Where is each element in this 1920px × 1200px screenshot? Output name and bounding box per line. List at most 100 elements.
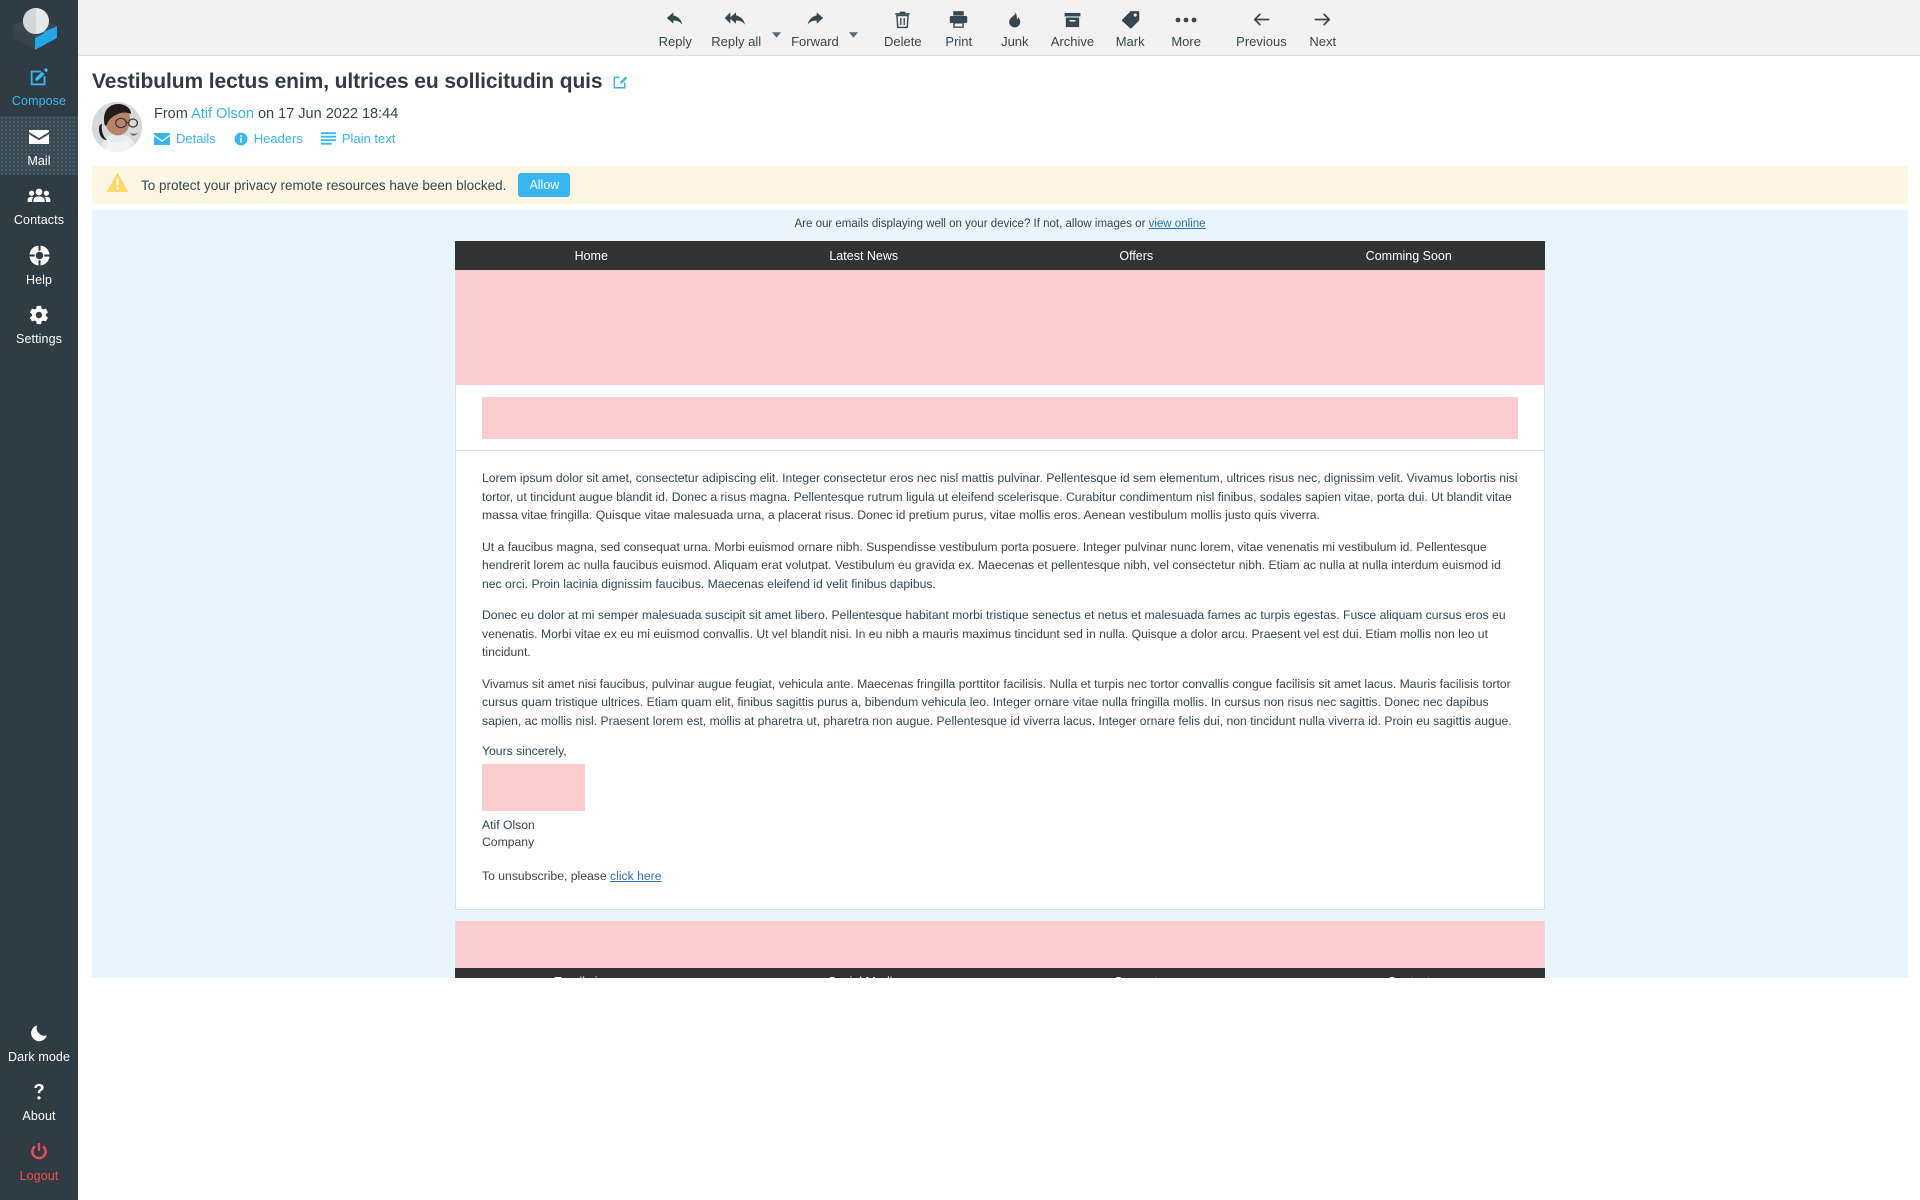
envelope-icon bbox=[154, 132, 170, 145]
more-button[interactable]: More bbox=[1158, 4, 1214, 52]
details-label: Details bbox=[176, 131, 216, 146]
sender-row: From Atif Olson on 17 Jun 2022 18:44 Det… bbox=[78, 96, 1920, 162]
from-line: From Atif Olson on 17 Jun 2022 18:44 bbox=[154, 106, 398, 122]
email-footer-nav: Email sign up Social Media Support Conta… bbox=[455, 967, 1546, 978]
fire-icon bbox=[1005, 8, 1024, 32]
email-nav-item-latest-news[interactable]: Latest News bbox=[728, 241, 1001, 270]
email-footer-item-social-media[interactable]: Social Media bbox=[728, 968, 1001, 978]
sidebar-item-label: Compose bbox=[11, 94, 67, 108]
mark-button[interactable]: Mark bbox=[1102, 4, 1158, 52]
email-paragraph: Lorem ipsum dolor sit amet, consectetur … bbox=[482, 471, 1518, 523]
toolbar-button-label: Forward bbox=[791, 33, 839, 49]
message-date: 17 Jun 2022 18:44 bbox=[278, 106, 399, 122]
privacy-notice-text: To protect your privacy remote resources… bbox=[141, 177, 507, 193]
sidebar-item-about[interactable]: About bbox=[0, 1071, 78, 1131]
email-top-nav: Home Latest News Offers Comming Soon bbox=[455, 241, 1545, 270]
contacts-icon bbox=[27, 184, 51, 208]
tag-icon bbox=[1120, 8, 1141, 32]
sidebar-item-label: Settings bbox=[16, 332, 62, 346]
message-meta-links: Details Headers Plain text bbox=[154, 131, 398, 146]
page-title: Vestibulum lectus enim, ultrices eu soll… bbox=[92, 70, 603, 93]
email-footer-item-contact[interactable]: Contact bbox=[1273, 968, 1546, 978]
sidebar-item-dark-mode[interactable]: Dark mode bbox=[0, 1012, 78, 1072]
gear-icon bbox=[28, 303, 50, 327]
print-button[interactable]: Print bbox=[931, 4, 987, 52]
reply-all-dropdown-caret[interactable] bbox=[769, 0, 783, 55]
arrow-left-icon bbox=[1250, 8, 1273, 32]
sidebar-item-label: Help bbox=[25, 272, 53, 287]
unsubscribe-text: To unsubscribe, please bbox=[482, 868, 611, 883]
sidebar-item-help[interactable]: Help bbox=[0, 235, 78, 295]
email-nav-item-comming-soon[interactable]: Comming Soon bbox=[1273, 241, 1546, 270]
sidebar-item-mail[interactable]: Mail bbox=[0, 115, 78, 175]
reply-button[interactable]: Reply bbox=[647, 4, 703, 52]
reply-arrow-icon bbox=[664, 8, 686, 32]
toolbar-button-label: Reply all bbox=[711, 33, 762, 49]
sender-info: From Atif Olson on 17 Jun 2022 18:44 Det… bbox=[154, 102, 398, 146]
forward-button[interactable]: Forward bbox=[783, 4, 847, 52]
email-nav-item-offers[interactable]: Offers bbox=[1000, 241, 1273, 270]
sidebar-item-label: About bbox=[22, 1109, 56, 1123]
toolbar-button-label: Previous bbox=[1236, 33, 1287, 49]
avatar bbox=[92, 102, 142, 152]
previous-button[interactable]: Previous bbox=[1228, 4, 1295, 52]
sidebar-item-logout[interactable]: Logout bbox=[0, 1131, 78, 1191]
sidebar-item-label: Dark mode bbox=[7, 1049, 71, 1064]
unsubscribe-link[interactable]: click here bbox=[610, 869, 661, 883]
lines-icon bbox=[320, 132, 336, 145]
power-icon bbox=[29, 1140, 49, 1164]
forward-dropdown-caret[interactable] bbox=[847, 0, 861, 55]
arrow-right-icon bbox=[1311, 8, 1334, 32]
email-preheader: Are our emails displaying well on your d… bbox=[92, 218, 1908, 230]
email-body-inner: Are our emails displaying well on your d… bbox=[92, 210, 1908, 978]
trash-icon bbox=[893, 8, 912, 32]
compose-icon bbox=[28, 65, 50, 89]
email-body-viewport[interactable]: Are our emails displaying well on your d… bbox=[92, 210, 1908, 978]
email-paragraph: Ut a faucibus magna, sed consequat urna.… bbox=[482, 539, 1501, 591]
view-online-link[interactable]: view online bbox=[1149, 218, 1206, 230]
toolbar-button-label: More bbox=[1171, 33, 1201, 49]
app-logo-icon bbox=[13, 8, 57, 50]
blocked-banner-image bbox=[482, 397, 1518, 439]
details-link[interactable]: Details bbox=[154, 131, 216, 146]
toolbar-button-label: Delete bbox=[884, 33, 922, 49]
email-footer-item-email-sign-up[interactable]: Email sign up bbox=[455, 968, 728, 978]
email-paragraph: Vivamus sit amet nisi faucibus, pulvinar… bbox=[482, 676, 1512, 729]
warning-triangle-icon bbox=[106, 172, 129, 198]
question-mark-icon bbox=[29, 1080, 49, 1104]
next-button[interactable]: Next bbox=[1295, 4, 1351, 52]
app-logo[interactable] bbox=[0, 0, 78, 56]
email-paragraph: Donec eu dolor at mi semper malesuada su… bbox=[482, 608, 1506, 660]
plain-text-link[interactable]: Plain text bbox=[320, 131, 396, 146]
from-name-link[interactable]: Atif Olson bbox=[191, 106, 254, 122]
headers-link[interactable]: Headers bbox=[234, 131, 303, 146]
privacy-notice-bar: To protect your privacy remote resources… bbox=[92, 166, 1908, 204]
blocked-hero-image bbox=[455, 270, 1545, 385]
email-footer-item-support[interactable]: Support bbox=[1000, 968, 1273, 978]
sidebar-item-settings[interactable]: Settings bbox=[0, 294, 78, 354]
email-nav-item-home[interactable]: Home bbox=[455, 241, 728, 270]
date-prefix: on bbox=[257, 106, 275, 122]
plain-text-label: Plain text bbox=[341, 131, 396, 146]
allow-remote-resources-button[interactable]: Allow bbox=[518, 173, 571, 197]
toolbar-button-label: Reply bbox=[658, 33, 692, 49]
toolbar-button-label: Next bbox=[1309, 33, 1337, 49]
toolbar-button-label: Mark bbox=[1115, 33, 1145, 49]
reply-all-button[interactable]: Reply all bbox=[703, 4, 769, 52]
ellipsis-icon bbox=[1174, 8, 1198, 32]
unsubscribe-line: To unsubscribe, please click here bbox=[482, 869, 1518, 883]
signature-name: Atif Olson bbox=[482, 817, 535, 832]
sidebar-bottom-group: Dark mode About Logout bbox=[0, 1012, 78, 1200]
blocked-signature-image bbox=[482, 763, 585, 811]
toolbar-button-label: Print bbox=[945, 33, 973, 49]
archive-button[interactable]: Archive bbox=[1043, 4, 1102, 52]
delete-button[interactable]: Delete bbox=[875, 4, 931, 52]
edit-subject-icon[interactable] bbox=[612, 75, 628, 90]
email-card: Home Latest News Offers Comming Soon Lor… bbox=[455, 241, 1545, 978]
sidebar-item-compose[interactable]: Compose bbox=[0, 56, 78, 116]
sidebar-item-contacts[interactable]: Contacts bbox=[0, 175, 78, 235]
junk-button[interactable]: Junk bbox=[987, 4, 1043, 52]
blocked-banner-row bbox=[455, 385, 1545, 450]
sidebar: Compose Mail Contacts Help Settings Dark… bbox=[0, 0, 78, 1200]
printer-icon bbox=[948, 8, 969, 32]
